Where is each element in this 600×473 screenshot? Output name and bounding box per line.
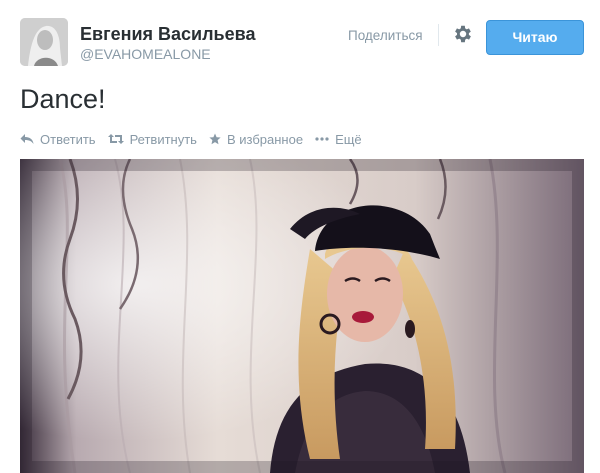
reply-action[interactable]: Ответить: [20, 132, 96, 147]
more-action[interactable]: Ещё: [315, 132, 362, 147]
share-link[interactable]: Поделиться: [348, 28, 423, 43]
favorite-label: В избранное: [226, 131, 304, 147]
star-icon: [209, 133, 221, 145]
username-handle[interactable]: @EVAHOMEALONE: [80, 46, 211, 62]
tweet-text: Dance!: [20, 84, 106, 114]
photo-image: [20, 159, 584, 473]
header-divider: [438, 24, 439, 46]
retweet-action[interactable]: Ретвитнуть: [107, 131, 197, 147]
favorite-action[interactable]: В избранное: [209, 132, 303, 147]
reply-label: Ответить: [40, 131, 96, 147]
more-dots-icon: [315, 137, 329, 141]
reply-icon: [20, 134, 34, 144]
retweet-icon: [107, 134, 124, 144]
more-label: Ещё: [335, 131, 362, 147]
gear-icon[interactable]: [452, 23, 474, 45]
follow-button[interactable]: Читаю: [486, 20, 584, 55]
display-name[interactable]: Евгения Васильева: [80, 24, 255, 45]
tweet-photo[interactable]: [20, 159, 584, 473]
tweet-actions: Ответить Ретвитнуть В избранное Ещё: [20, 130, 374, 148]
avatar[interactable]: [20, 18, 68, 66]
user-avatar-image: [20, 18, 68, 66]
retweet-label: Ретвитнуть: [129, 131, 197, 147]
